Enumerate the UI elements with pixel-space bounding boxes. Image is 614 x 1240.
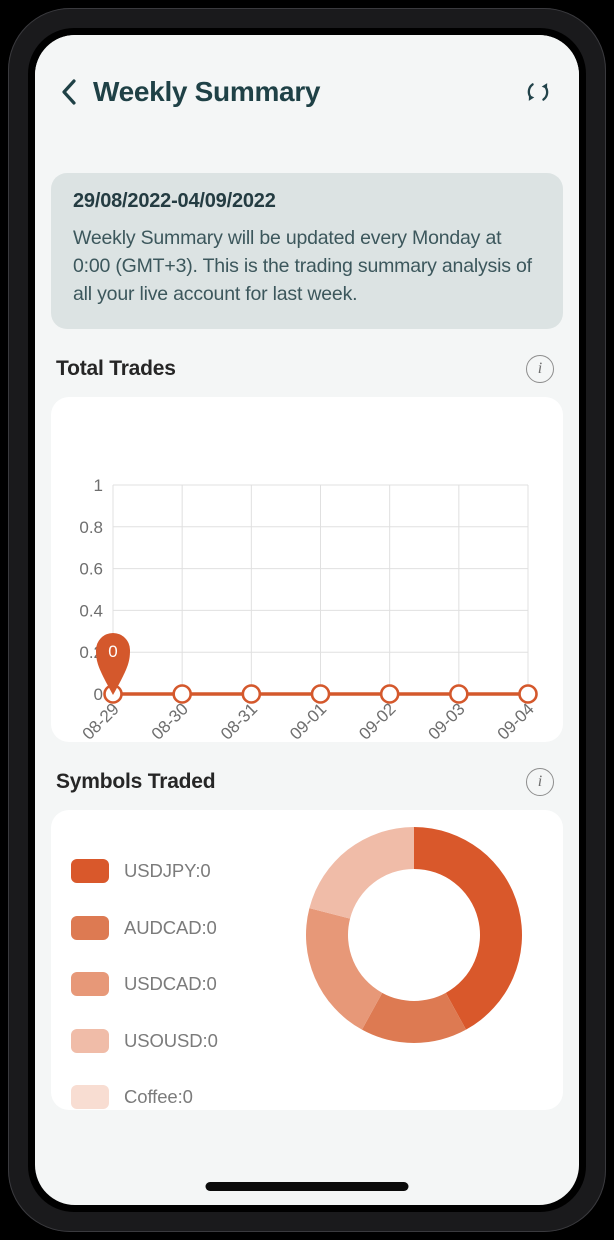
chart-x-axis-labels: 08-29 08-30 08-31 09-01 09-02 09-03 09-04 — [79, 699, 538, 742]
legend-item[interactable]: USDJPY:0 — [71, 843, 286, 900]
page-title: Weekly Summary — [93, 75, 321, 107]
annotation-pin-label: 0 — [108, 642, 117, 661]
summary-description: Weekly Summary will be updated every Mon… — [73, 227, 532, 305]
y-axis-tick-label: 0.6 — [79, 560, 103, 579]
legend-item-label: USDJPY:0 — [124, 860, 211, 882]
legend-item[interactable]: USDCAD:0 — [71, 956, 286, 1013]
screenshot-stage: Weekly Summary 29/08/2022-04/09/2022 Wee… — [0, 0, 614, 1240]
legend-item-label: USDCAD:0 — [124, 973, 217, 995]
x-axis-tick-label: 09-03 — [424, 699, 468, 742]
legend-color-swatch — [71, 1085, 109, 1110]
date-range-label: 29/08/2022-04/09/2022 — [73, 190, 276, 212]
back-button[interactable] — [54, 70, 84, 114]
legend-color-swatch — [71, 1028, 109, 1053]
line-chart[interactable]: 1 0.8 0.6 0.4 0.2 0 08-29 08-30 08-31 09-01 09-02… — [51, 397, 563, 742]
chart-series — [103, 684, 538, 704]
series-data-point — [172, 684, 192, 704]
legend-color-swatch — [71, 859, 109, 884]
info-icon-symbols-traded[interactable]: i — [526, 768, 554, 796]
legend-item-label: Coffee:0 — [124, 1086, 193, 1108]
donut-legend: USDJPY:0 AUDCAD:0 USDCAD:0 USOUSD:0 Coffee:0 — [51, 810, 286, 1110]
refresh-icon — [527, 82, 549, 101]
series-data-point — [449, 684, 469, 704]
legend-color-swatch — [71, 915, 109, 940]
legend-item[interactable]: AUDCAD:0 — [71, 900, 286, 957]
refresh-button[interactable] — [518, 72, 558, 112]
x-axis-tick-label: 09-01 — [286, 699, 330, 742]
phone-screen: Weekly Summary 29/08/2022-04/09/2022 Wee… — [35, 35, 579, 1205]
section-title-symbols-traded: Symbols Traded — [56, 770, 216, 793]
x-axis-tick-label: 09-02 — [355, 699, 399, 742]
phone-frame: Weekly Summary 29/08/2022-04/09/2022 Wee… — [8, 8, 606, 1232]
home-indicator — [205, 1182, 409, 1191]
summary-info-card: 29/08/2022-04/09/2022 Weekly Summary wil… — [51, 173, 563, 329]
legend-color-swatch — [71, 972, 109, 997]
x-axis-tick-label: 08-29 — [79, 699, 123, 742]
content-scroll-area[interactable]: 29/08/2022-04/09/2022 Weekly Summary wil… — [35, 148, 579, 1205]
series-data-point — [241, 684, 262, 704]
donut-chart-svg — [306, 827, 523, 1043]
y-axis-tick-label: 1 — [94, 476, 103, 495]
section-title-total-trades: Total Trades — [56, 357, 176, 380]
y-axis-tick-label: 0.8 — [79, 518, 103, 537]
x-axis-tick-label: 08-30 — [148, 699, 192, 742]
app-header: Weekly Summary — [35, 35, 579, 148]
legend-item[interactable]: USOUSD:0 — [71, 1013, 286, 1070]
donut-chart[interactable] — [299, 820, 529, 1050]
total-trades-chart-card: 1 0.8 0.6 0.4 0.2 0 08-29 08-30 08-31 09-01 09-02… — [51, 397, 563, 742]
series-data-point — [518, 684, 538, 704]
chart-y-axis-labels: 10.80.60.40.20 — [79, 476, 103, 704]
symbols-traded-section-header: Symbols Traded i — [51, 768, 563, 796]
info-icon-total-trades[interactable]: i — [526, 355, 554, 383]
chevron-left-icon — [62, 78, 76, 105]
line-chart-svg: 10.80.60.40.20 08-29 08-30 08-31 09-01 09-02… — [79, 476, 538, 742]
symbols-traded-card: USDJPY:0 AUDCAD:0 USDCAD:0 USOUSD:0 Coffee:0 — [51, 810, 563, 1110]
legend-item-label: USOUSD:0 — [124, 1029, 218, 1051]
donut-segment — [309, 827, 414, 919]
x-axis-tick-label: 08-31 — [217, 699, 261, 742]
legend-item[interactable]: Coffee:0 — [71, 1069, 286, 1110]
series-data-point — [379, 684, 400, 704]
donut-segment — [306, 908, 383, 1030]
y-axis-tick-label: 0.4 — [79, 601, 103, 620]
y-axis-tick-label: 0 — [94, 685, 103, 704]
series-data-point — [310, 684, 331, 704]
legend-item-label: AUDCAD:0 — [124, 916, 217, 938]
x-axis-tick-label: 09-04 — [494, 699, 538, 742]
total-trades-section-header: Total Trades i — [51, 355, 563, 383]
chart-grid — [112, 484, 529, 695]
